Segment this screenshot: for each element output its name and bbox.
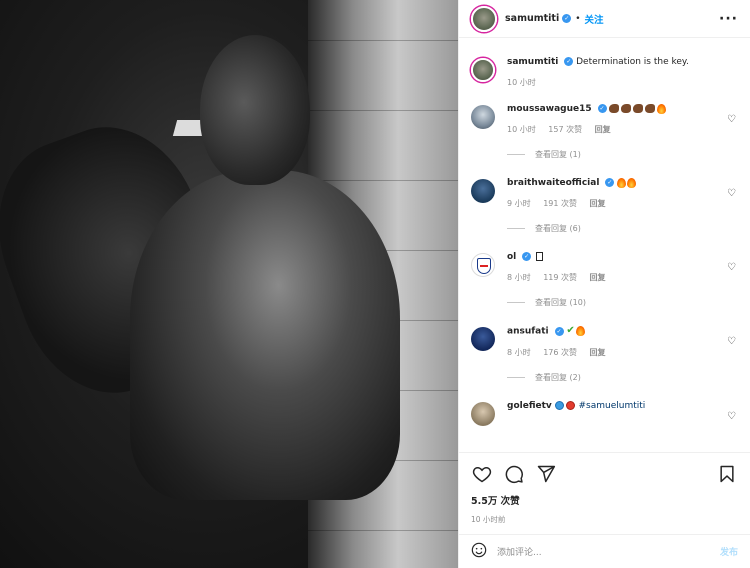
reply-button[interactable]: 回复 — [595, 125, 611, 134]
comment-item: braithwaiteofficial ✓ 9 小时 191 次赞 回复 查看回… — [471, 177, 738, 234]
comment-bubble-icon[interactable] — [503, 463, 525, 485]
photo-figure-body — [130, 170, 400, 500]
view-replies-label: 查看回复 (1) — [535, 150, 581, 159]
reply-button[interactable]: 回复 — [590, 273, 606, 282]
photo-figure-head — [200, 35, 310, 185]
comment-emojis — [617, 177, 637, 188]
view-replies-button[interactable]: 查看回复 (6) — [507, 223, 738, 234]
comment-emojis — [609, 103, 667, 114]
view-replies-button[interactable]: 查看回复 (2) — [507, 372, 738, 383]
unknown-glyph-icon — [536, 252, 544, 261]
commenter-username[interactable]: ansufati — [507, 327, 549, 337]
caption-text: Determination is the key. — [576, 57, 689, 67]
comment-emojis — [554, 400, 579, 411]
comment-item: moussawague15 ✓ 10 小时 157 次赞 回复 查看回复 (1) — [471, 103, 738, 160]
red-circle-icon — [565, 400, 575, 410]
like-heart-icon[interactable]: ♡ — [727, 411, 736, 422]
post-photo[interactable] — [0, 0, 458, 568]
like-heart-icon[interactable]: ♡ — [727, 262, 736, 273]
check-mark-icon: ✔ — [566, 325, 575, 336]
share-send-icon[interactable] — [535, 463, 557, 485]
fire-icon — [617, 177, 627, 188]
hashtag-link[interactable]: #samuelumtiti — [579, 401, 646, 411]
like-heart-icon[interactable]: ♡ — [727, 188, 736, 199]
comment-emojis: ✔ — [566, 325, 585, 337]
view-replies-label: 查看回复 (2) — [535, 372, 581, 382]
commenter-avatar[interactable] — [471, 179, 495, 203]
commenter-username[interactable]: braithwaiteofficial — [507, 178, 599, 188]
comment-likes[interactable]: 176 次赞 — [543, 348, 577, 357]
add-comment-bar: 添加评论... 发布 — [459, 534, 750, 568]
author-avatar[interactable] — [471, 5, 497, 32]
view-replies-button[interactable]: 查看回复 (1) — [507, 149, 738, 160]
commenter-avatar[interactable] — [471, 401, 495, 426]
caption: samumtiti ✓ Determination is the key. 10… — [471, 56, 738, 88]
more-options-icon[interactable]: ··· — [719, 11, 738, 27]
comment-time: 8 小时 — [507, 347, 531, 357]
comment-item: ol ✓ 8 小时 119 次赞 回复 查看回复 (10) ♡ — [471, 251, 738, 308]
comment-likes[interactable]: 157 次赞 — [548, 125, 582, 134]
flexed-biceps-icon — [633, 104, 644, 113]
comment-time: 9 小时 — [507, 199, 531, 208]
flexed-biceps-icon — [645, 104, 656, 113]
caption-username[interactable]: samumtiti — [507, 57, 558, 67]
comment-item: ansufati ✓ ✔ 8 小时 176 次赞 回复 查看回复 (2) ♡ — [471, 325, 738, 383]
view-replies-label: 查看回复 (10) — [535, 298, 586, 307]
comment-likes[interactable]: 191 次赞 — [543, 199, 577, 208]
reply-button[interactable]: 回复 — [590, 199, 606, 208]
post-actions: 5.5万 次赞 10 小时前 — [459, 452, 750, 525]
verified-badge-icon: ✓ — [597, 104, 607, 113]
bookmark-icon[interactable] — [716, 463, 738, 485]
commenter-username[interactable]: moussawague15 — [507, 104, 592, 114]
posted-time: 10 小时前 — [471, 515, 506, 524]
replies-divider — [507, 376, 525, 378]
flexed-biceps-icon — [621, 104, 632, 113]
separator-dot: • — [575, 13, 581, 24]
like-heart-icon[interactable]: ♡ — [727, 114, 736, 125]
post-header: samumtiti ✓ • 关注 ··· — [459, 0, 750, 38]
likes-count[interactable]: 5.5万 次赞 — [471, 493, 738, 507]
replies-divider — [507, 228, 525, 229]
comment-item: golefietv #samuelumtiti ♡ — [471, 400, 738, 426]
commenter-avatar[interactable] — [471, 327, 495, 351]
verified-badge-icon: ✓ — [562, 14, 572, 23]
emoji-smiley-icon[interactable] — [471, 542, 487, 561]
instagram-post-modal: samumtiti ✓ • 关注 ··· samumtiti ✓ Determi… — [0, 0, 750, 568]
commenter-username[interactable]: golefietv — [507, 401, 552, 411]
like-heart-icon[interactable]: ♡ — [727, 336, 736, 347]
commenter-avatar[interactable] — [471, 105, 495, 129]
ol-logo-icon — [477, 258, 491, 274]
author-username[interactable]: samumtiti — [505, 13, 559, 24]
commenter-username[interactable]: ol — [507, 252, 516, 262]
comment-time: 8 小时 — [507, 273, 531, 282]
verified-badge-icon: ✓ — [564, 57, 574, 66]
view-replies-label: 查看回复 (6) — [535, 224, 581, 233]
comment-input[interactable]: 添加评论... — [497, 545, 720, 558]
commenter-avatar[interactable] — [471, 253, 495, 277]
replies-divider — [507, 154, 525, 155]
view-replies-button[interactable]: 查看回复 (10) — [507, 297, 738, 308]
blue-circle-icon — [554, 400, 564, 410]
post-side-panel: samumtiti ✓ • 关注 ··· samumtiti ✓ Determi… — [458, 0, 750, 568]
comment-likes[interactable]: 119 次赞 — [543, 273, 577, 282]
post-comment-button[interactable]: 发布 — [720, 545, 738, 558]
caption-time: 10 小时 — [507, 78, 536, 87]
reply-button[interactable]: 回复 — [590, 348, 606, 357]
fire-icon — [627, 177, 637, 188]
like-heart-icon[interactable] — [471, 463, 493, 485]
comments-list[interactable]: samumtiti ✓ Determination is the key. 10… — [459, 38, 750, 450]
verified-badge-icon: ✓ — [554, 326, 564, 336]
flexed-biceps-icon — [609, 104, 620, 113]
fire-icon — [657, 103, 667, 114]
comment-time: 10 小时 — [507, 125, 536, 134]
fire-icon — [575, 326, 585, 336]
verified-badge-icon: ✓ — [605, 178, 615, 187]
follow-button[interactable]: 关注 — [585, 12, 604, 26]
verified-badge-icon: ✓ — [522, 252, 532, 261]
caption-avatar[interactable] — [471, 58, 495, 82]
replies-divider — [507, 302, 525, 303]
